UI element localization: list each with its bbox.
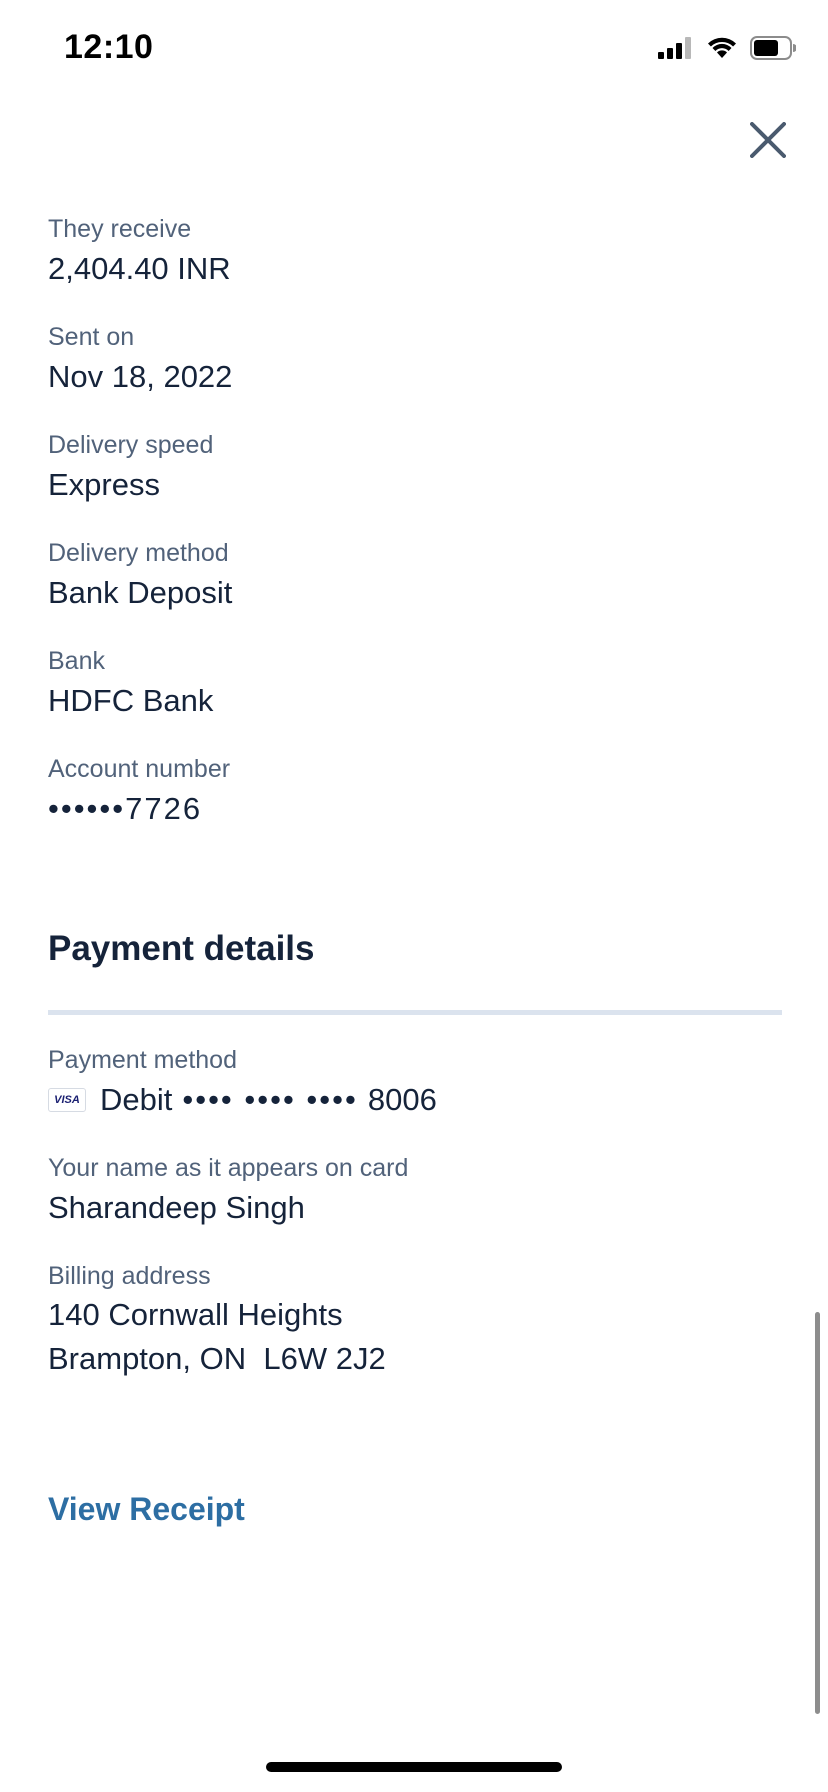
section-divider	[48, 1010, 782, 1015]
payment-details-heading: Payment details	[48, 929, 315, 968]
field-label: Payment method	[48, 1046, 237, 1074]
field-payment-method: Payment method VISA Debit •••• •••• ••••…	[48, 1043, 782, 1121]
field-value: Express	[48, 467, 160, 502]
field-value: Nov 18, 2022	[48, 359, 233, 394]
field-label: Bank	[48, 647, 105, 675]
field-label: Your name as it appears on card	[48, 1154, 409, 1182]
field-value: Bank Deposit	[48, 575, 233, 610]
close-icon	[750, 121, 786, 163]
field-they-receive: They receive 2,404.40 INR	[48, 212, 782, 290]
field-label: Sent on	[48, 323, 135, 351]
cellular-signal-icon	[658, 37, 694, 64]
battery-icon	[750, 36, 797, 65]
status-time: 12:10	[64, 28, 154, 66]
field-bank: Bank HDFC Bank	[48, 644, 782, 722]
field-label: Delivery speed	[48, 431, 214, 459]
address-line-2: Brampton, ON L6W 2J2	[48, 1341, 386, 1376]
card-mask: •••• •••• ••••	[182, 1082, 358, 1117]
view-receipt-link[interactable]: View Receipt	[48, 1491, 245, 1528]
status-bar: 12:10	[0, 0, 828, 100]
field-delivery-method: Delivery method Bank Deposit	[48, 536, 782, 614]
field-label: Billing address	[48, 1262, 211, 1290]
field-value: 2,404.40 INR	[48, 251, 231, 286]
home-indicator[interactable]	[266, 1762, 562, 1772]
field-label: They receive	[48, 215, 192, 243]
card-type: Debit	[100, 1082, 173, 1117]
field-label: Delivery method	[48, 539, 229, 567]
status-icons	[658, 36, 797, 65]
payment-method-row: VISA Debit •••• •••• •••• 8006	[48, 1079, 782, 1121]
field-label: Account number	[48, 755, 231, 783]
field-sent-on: Sent on Nov 18, 2022	[48, 320, 782, 398]
transaction-details: They receive 2,404.40 INR Sent on Nov 18…	[48, 212, 782, 1528]
field-value: HDFC Bank	[48, 683, 214, 718]
wifi-icon	[706, 36, 738, 65]
field-value: Sharandeep Singh	[48, 1190, 305, 1225]
field-billing-address: Billing address 140 Cornwall Heights Bra…	[48, 1259, 782, 1381]
address-line-1: 140 Cornwall Heights	[48, 1297, 343, 1332]
field-account-number: Account number ••••••7726	[48, 752, 782, 830]
field-value: ••••••7726	[48, 791, 203, 826]
field-delivery-speed: Delivery speed Express	[48, 428, 782, 506]
field-cardholder-name: Your name as it appears on card Sharande…	[48, 1151, 782, 1229]
visa-card-icon: VISA	[48, 1088, 86, 1112]
scrollbar[interactable]	[815, 1312, 820, 1714]
card-last4: 8006	[367, 1082, 437, 1117]
close-button[interactable]	[744, 118, 792, 166]
